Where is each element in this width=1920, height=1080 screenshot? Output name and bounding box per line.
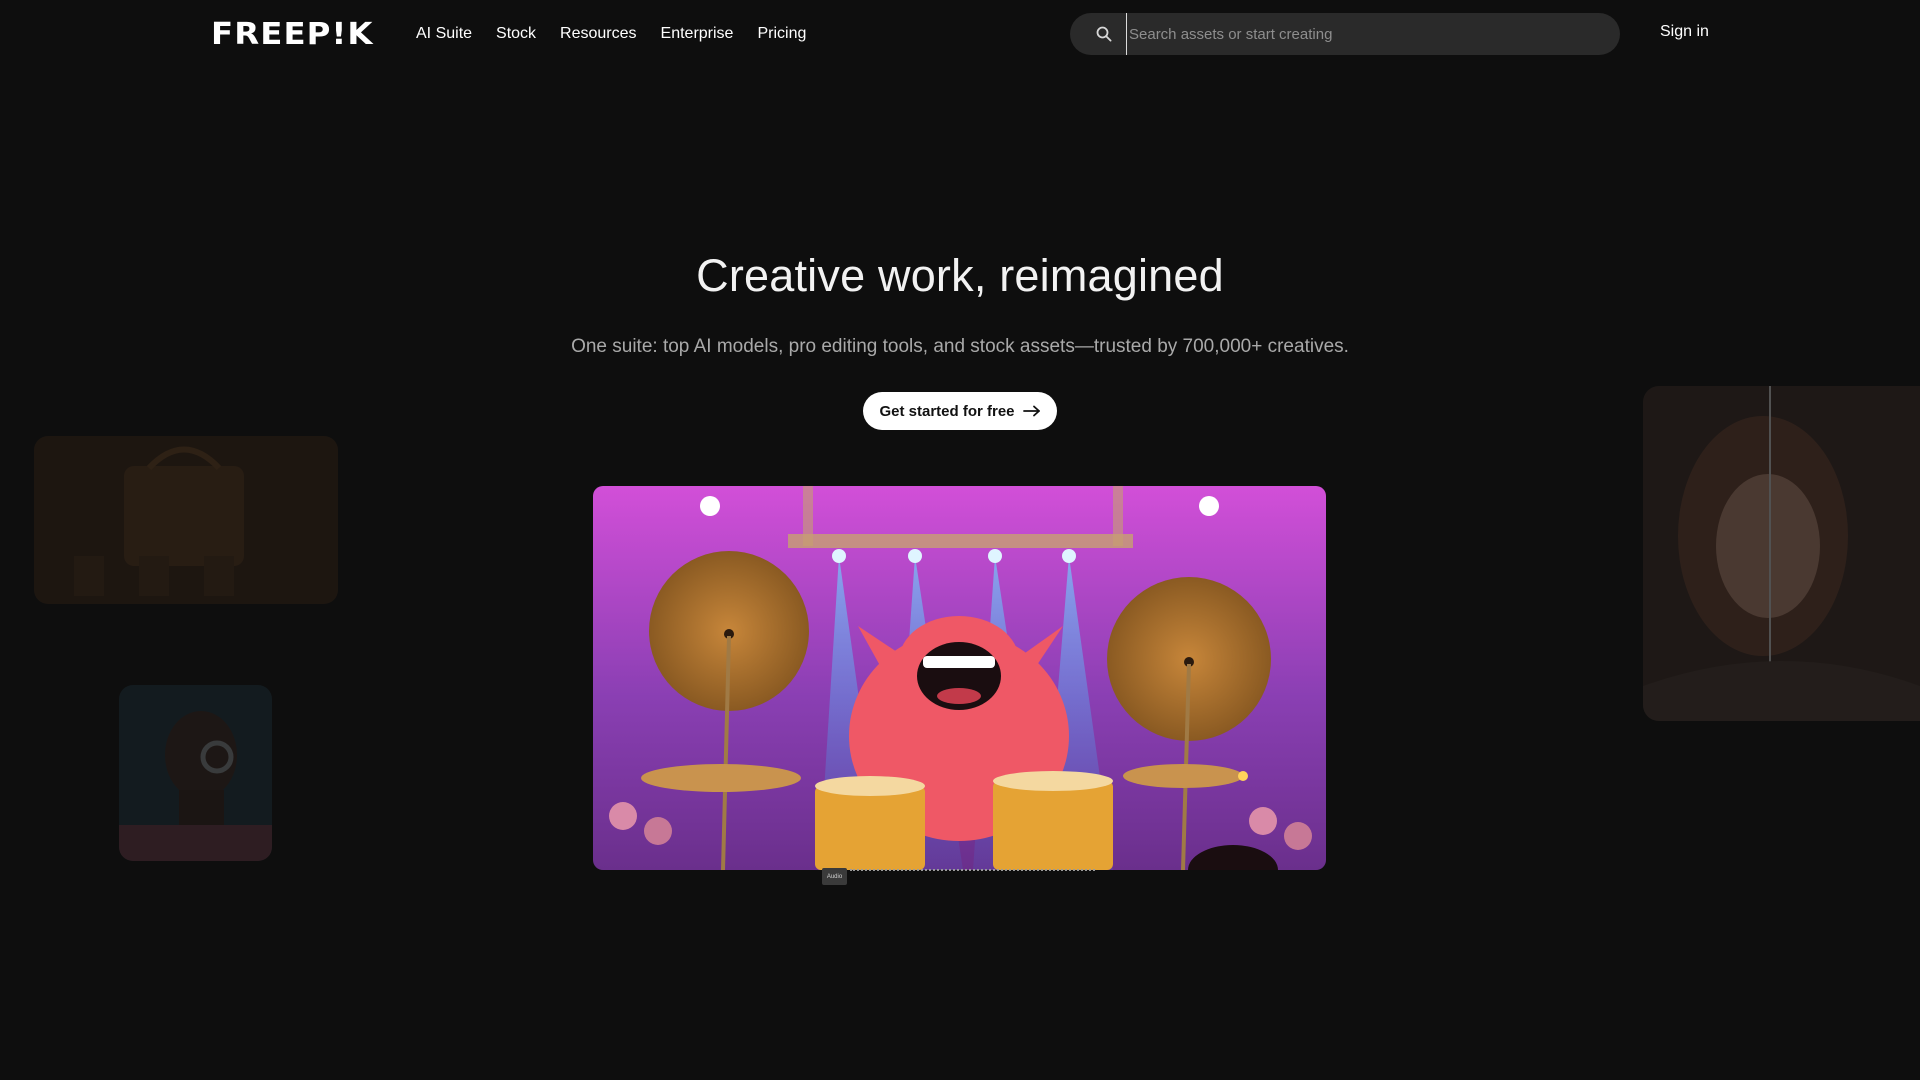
main-nav: AI Suite Stock Resources Enterprise Pric… <box>416 22 806 46</box>
nav-item-pricing[interactable]: Pricing <box>757 25 806 43</box>
logo-text: FREEP!K <box>211 16 374 52</box>
thumbnail-portrait-woman[interactable] <box>1643 386 1920 721</box>
nav-item-enterprise[interactable]: Enterprise <box>661 25 734 43</box>
audio-toggle[interactable]: Audio <box>822 868 847 885</box>
search-icon <box>1096 26 1112 42</box>
nav-item-resources[interactable]: Resources <box>560 25 636 43</box>
freepik-logo[interactable]: FREEP!K <box>211 17 372 52</box>
nav-item-ai-suite[interactable]: AI Suite <box>416 25 472 43</box>
thumbnail-headphones-portrait[interactable] <box>119 685 272 861</box>
video-timeline[interactable] <box>850 869 1095 871</box>
search-input[interactable] <box>1126 13 1596 55</box>
audio-label: Audio <box>826 873 843 880</box>
get-started-label: Get started for free <box>879 402 1015 420</box>
top-header: FREEP!K AI Suite Stock Resources Enterpr… <box>0 0 1920 68</box>
hero-title: Creative work, reimagined <box>696 250 1224 301</box>
hero-subtitle: One suite: top AI models, pro editing to… <box>571 336 1349 357</box>
arrow-right-icon <box>1022 405 1040 417</box>
nav-item-stock[interactable]: Stock <box>496 25 536 43</box>
page: FREEP!K AI Suite Stock Resources Enterpr… <box>0 0 1920 1080</box>
search-bar[interactable] <box>1070 13 1620 55</box>
sign-in-link[interactable]: Sign in <box>1660 23 1709 41</box>
thumbnail-handbag[interactable] <box>34 436 338 604</box>
get-started-button[interactable]: Get started for free <box>863 392 1057 430</box>
hero-video[interactable] <box>593 486 1326 870</box>
